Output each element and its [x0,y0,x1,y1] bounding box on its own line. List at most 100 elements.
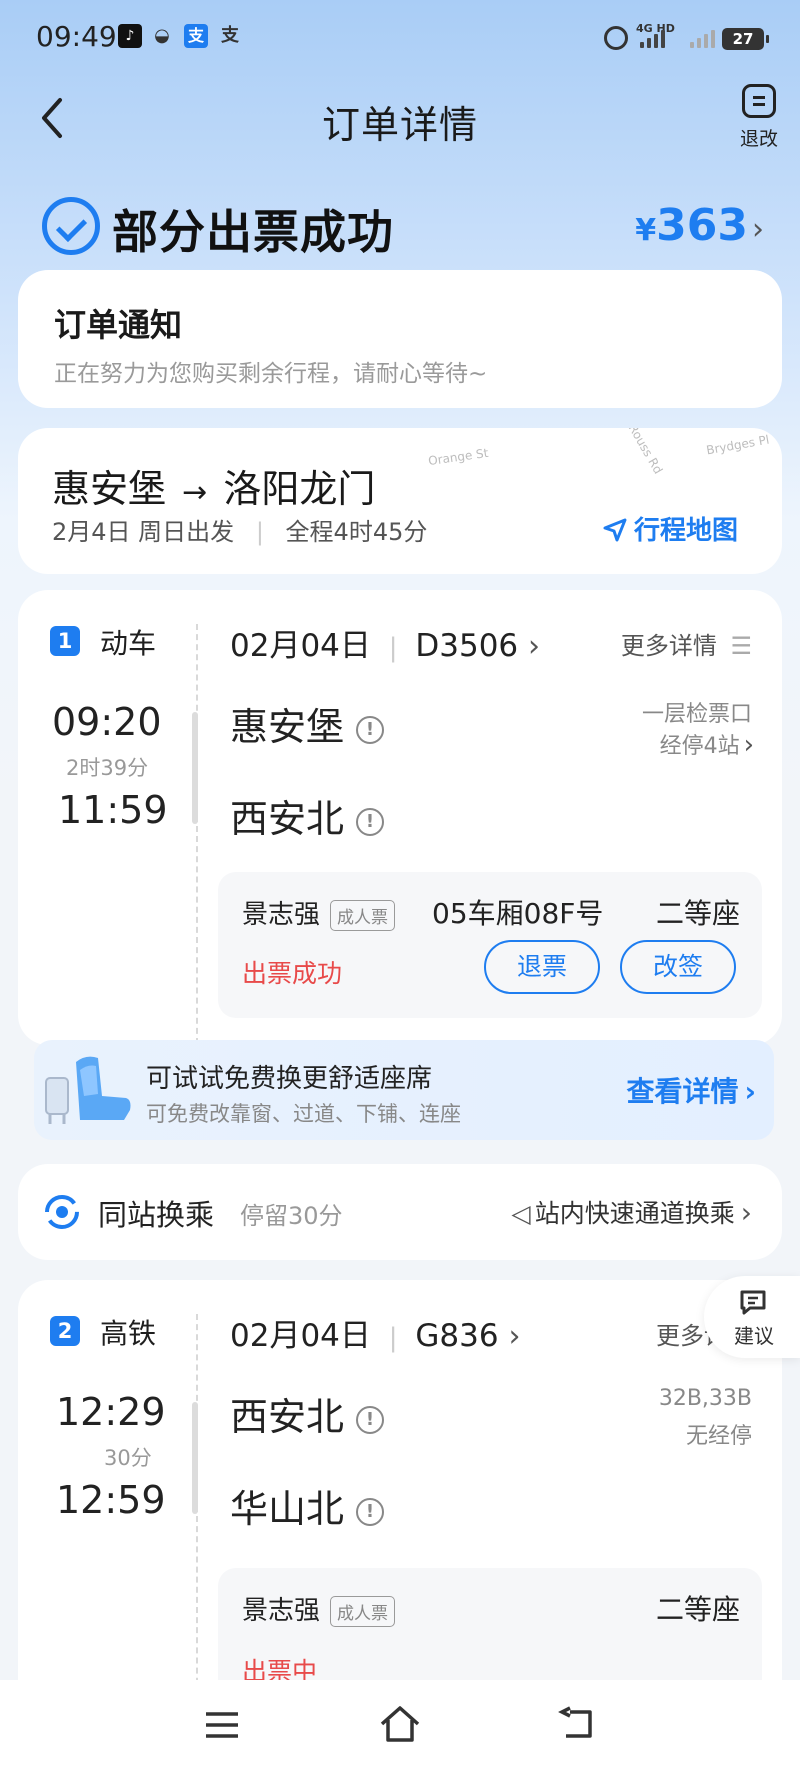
fast-transfer-label: 站内快速通道换乘 [534,1199,735,1228]
passenger-card: 景志强 成人票 05车厢08F号 二等座 出票成功 退票 改签 [218,872,762,1018]
more-details-label: 更多详情 [620,632,717,660]
departure-time: 09:20 [52,700,162,744]
route-arrow: → [182,475,208,510]
leg-train-type: 动车 [100,627,157,660]
trip-duration: 全程4时45分 [285,518,428,546]
navigation-icon: ◁ [511,1199,531,1228]
transfer-stay: 停留30分 [240,1202,343,1230]
map-street: Rouss Rd [625,428,666,477]
seat-info: 05车厢08F号 [432,897,604,930]
battery-icon: 27 [722,28,769,50]
stops-info: 无经停 [685,1424,752,1449]
divider: | [255,518,264,546]
chevron-right-icon: › [740,1196,752,1229]
arrival-station: 西安北! [230,788,385,843]
leg-number-badge: 1 [50,626,80,656]
departure-time: 12:29 [56,1390,166,1434]
departure-station-name: 惠安堡 [230,705,345,749]
alarm-icon [604,26,628,50]
tiktok-icon: ♪ [118,24,142,48]
order-notice-card: 订单通知 正在努力为您购买剩余行程，请耐心等待~ [18,270,782,408]
view-details-link[interactable]: 查看详情 › [626,1070,756,1110]
transfer-icon [45,1195,79,1229]
upgrade-title: 可试试免费换更舒适座席 [146,1064,433,1094]
info-icon[interactable]: ! [356,807,385,836]
passenger-row: 景志强 成人票 [242,894,396,931]
seat-upgrade-banner[interactable]: 可试试免费换更舒适座席 可免费改靠窗、过道、下铺、连座 查看详情 › [34,1040,774,1140]
seat-class: 二等座 [655,1593,740,1626]
trip-from: 惠安堡 [52,467,167,511]
shoe-icon: ◒ [154,25,170,46]
upgrade-subtitle: 可免费改靠窗、过道、下铺、连座 [146,1102,461,1126]
arrival-station-name: 华山北 [230,1487,345,1531]
map-street: Brydges Pl [705,432,771,458]
leg-date: 02月04日 [230,1318,371,1354]
leg-number-badge: 2 [50,1316,80,1346]
passenger-row: 景志强 成人票 [242,1590,396,1627]
leg-header[interactable]: 02月04日 | D3506 › [230,620,540,665]
chevron-right-icon[interactable]: › [752,212,764,247]
info-icon[interactable]: ! [356,1405,385,1434]
list-icon: ☰ [730,632,752,660]
home-icon[interactable] [378,1704,422,1744]
trip-summary-card: Orange St Rouss Rd Brydges Pl 惠安堡 → 洛阳龙门… [18,428,782,574]
chevron-right-icon: › [508,1319,521,1354]
back-nav-icon[interactable] [556,1706,596,1742]
leg-train-number: D3506 [415,628,519,664]
info-icon[interactable]: ! [356,715,385,744]
timeline-bar [192,1402,198,1514]
refund-change-button[interactable]: 退改 [734,84,784,151]
status-bar: 09:49 ♪ ◒ 支 支 4G HD 27 [0,0,800,80]
leg-card-1: 1 动车 02月04日 | D3506 › 更多详情 ☰ 09:20 2时39分… [18,590,782,1045]
leg-divider [196,1314,198,1714]
map-street: Orange St [427,445,490,469]
leg-divider [196,624,198,1044]
chevron-right-icon: › [744,1075,756,1108]
chat-icon [740,1290,766,1315]
leg-train-number: G836 [415,1318,499,1354]
trip-map-link[interactable]: 行程地图 [602,510,738,547]
price-amount: 363 [656,200,748,251]
leg-date: 02月04日 [230,628,371,664]
system-nav-bar [0,1680,800,1778]
transfer-title: 同站换乘 [98,1198,215,1232]
divider: | [388,1323,398,1353]
view-details-label: 查看详情 [626,1075,739,1108]
trip-route: 惠安堡 → 洛阳龙门 [52,458,375,513]
arrival-time: 12:59 [56,1478,166,1522]
trip-meta: 2月4日 周日出发 | 全程4时45分 [52,512,427,547]
travel-duration: 30分 [104,1446,152,1470]
notice-text: 正在努力为您购买剩余行程，请耐心等待~ [54,361,488,387]
menu-icon[interactable] [204,1710,240,1740]
suggestion-button[interactable]: 建议 [704,1276,800,1358]
chevron-right-icon: › [743,730,754,760]
refund-change-label: 退改 [739,128,778,150]
navigation-icon [603,518,627,542]
refund-ticket-button[interactable]: 退票 [484,940,600,994]
arrival-station: 华山北! [230,1478,385,1533]
trip-to: 洛阳龙门 [223,467,376,511]
refund-change-icon [742,84,776,118]
leg-train-type: 高铁 [100,1317,157,1350]
order-price[interactable]: ¥363 [635,200,748,251]
order-status: 部分出票成功 [112,205,394,259]
passenger-name: 景志强 [242,1596,321,1626]
passenger-name: 景志强 [242,900,321,930]
timeline-bar [192,712,198,824]
leg-header[interactable]: 02月04日 | G836 › [230,1310,520,1355]
change-ticket-button[interactable]: 改签 [620,940,736,994]
info-icon[interactable]: ! [356,1497,385,1526]
trip-date: 2月4日 周日出发 [52,518,235,546]
alipay-icon: 支 [184,24,208,48]
check-circle-icon [42,197,100,255]
notice-title: 订单通知 [54,306,183,344]
chevron-right-icon: › [528,629,541,664]
leg-more-details[interactable]: 更多详情 ☰ [621,626,752,661]
arrival-time: 11:59 [58,788,168,832]
suggestion-label: 建议 [734,1324,774,1348]
stops-link[interactable]: 经停4站 › [660,728,754,760]
arrival-station-name: 西安北 [230,797,345,841]
fast-transfer-link[interactable]: ◁ 站内快速通道换乘 › [512,1194,752,1230]
ticket-gate: 一层检票口 [641,702,752,727]
transfer-card: 同站换乘 停留30分 ◁ 站内快速通道换乘 › [18,1164,782,1260]
